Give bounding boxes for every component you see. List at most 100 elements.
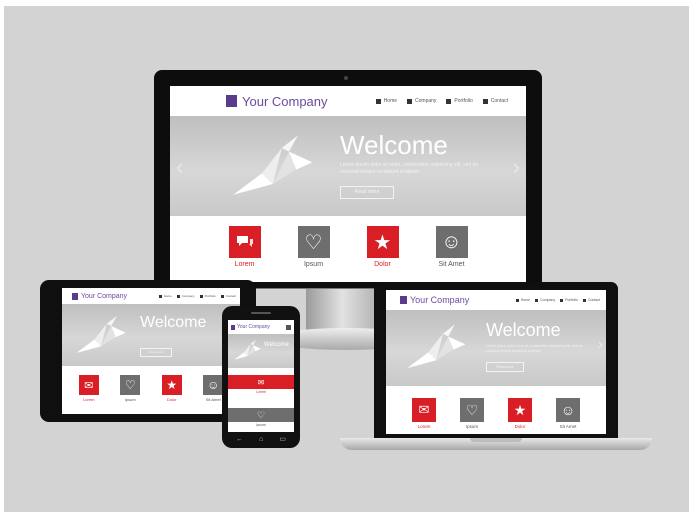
feature-sit-amet[interactable]: ☺ Sit Amet <box>556 398 580 429</box>
feature-label: Lorem <box>256 390 266 394</box>
nav-contact[interactable]: Contact <box>582 298 600 302</box>
hero-prev-arrow-icon[interactable]: ‹ <box>176 154 183 180</box>
menu-icon[interactable] <box>286 324 291 330</box>
feature-label: Lorem <box>417 424 431 429</box>
desktop-brand[interactable]: Your Company <box>226 94 328 109</box>
phone-speaker <box>251 312 271 314</box>
tablet-brand[interactable]: Your Company <box>72 292 127 300</box>
origami-bird-icon <box>234 339 261 360</box>
hero-tagline: Lorem ipsum dolor sit amet, consectetur … <box>486 344 583 353</box>
feature-label: Dolor <box>166 397 177 402</box>
laptop-header: Your Company Home Company Portfolio Cont… <box>386 290 606 310</box>
laptop-features: ✉ Lorem ♡ Ipsum ★ Dolor ☺ Sit Amet <box>386 386 606 429</box>
feature-ipsum[interactable]: ♡ Ipsum <box>460 398 484 429</box>
nav-contact-label: Contact <box>225 294 236 298</box>
hero-title: Welcome <box>264 342 289 348</box>
nav-home[interactable]: Home <box>158 294 172 298</box>
heart-icon: ♡ <box>120 375 141 395</box>
nav-home[interactable]: Home <box>515 298 530 302</box>
feature-label: Dolor <box>374 261 391 268</box>
nav-company[interactable]: Company <box>407 98 436 104</box>
brand-name: Your Company <box>237 324 270 330</box>
smiley-icon: ☺ <box>556 398 580 422</box>
chat-icon: ✉ <box>78 375 99 395</box>
feature-lorem[interactable]: ✉ Lorem <box>412 398 436 429</box>
feature-label: Lorem <box>83 397 95 402</box>
feature-label: Sit Amet <box>438 261 465 268</box>
phone-feature-lorem[interactable]: ✉ Lorem <box>228 375 294 394</box>
nav-company[interactable]: Company <box>535 298 555 302</box>
feature-label: Sit Amet <box>559 424 577 429</box>
heart-icon: ♡ <box>297 226 330 258</box>
chat-icon <box>228 226 261 258</box>
feature-lorem[interactable]: ✉ Lorem <box>78 375 99 402</box>
hero-cta-button[interactable]: Read more <box>140 348 172 357</box>
nav-bullet-icon <box>515 298 519 302</box>
feature-dolor[interactable]: ★ Dolor <box>508 398 532 429</box>
laptop-hero: › Welcome Lorem ipsum dolor sit amet, co… <box>386 310 606 386</box>
phone-header: Your Company <box>228 320 294 334</box>
nav-bullet-icon <box>375 98 381 104</box>
brand-name: Your Company <box>410 295 470 305</box>
star-icon: ★ <box>366 226 399 258</box>
nav-portfolio[interactable]: Portfolio <box>446 98 473 104</box>
brand-logo-icon <box>400 296 407 304</box>
feature-label: Sit Amet <box>205 397 221 402</box>
feature-label: Ipsum <box>303 261 324 268</box>
product-mockup-scene: Your Company Home Company Portfolio Cont… <box>4 6 689 512</box>
feature-ipsum[interactable]: ♡ Ipsum <box>120 375 141 402</box>
nav-portfolio-label: Portfolio <box>204 294 216 298</box>
nav-company[interactable]: Company <box>176 294 195 298</box>
nav-portfolio-label: Portfolio <box>454 98 473 104</box>
brand-logo-icon <box>231 324 235 330</box>
home-icon[interactable]: ⌂ <box>259 436 263 443</box>
phone-brand[interactable]: Your Company <box>231 324 270 330</box>
feature-label: Ipsum <box>465 424 479 429</box>
laptop-brand[interactable]: Your Company <box>400 295 469 305</box>
feature-ipsum[interactable]: ♡ Ipsum <box>297 226 330 268</box>
desktop-header: Your Company Home Company Portfolio Cont… <box>170 86 526 116</box>
nav-bullet-icon <box>220 294 224 298</box>
feature-sit-amet[interactable]: ☺ Sit Amet <box>203 375 224 402</box>
nav-home[interactable]: Home <box>375 98 397 104</box>
nav-bullet-icon <box>560 298 564 302</box>
smiley-icon: ☺ <box>435 226 468 258</box>
phone-hero: Welcome <box>228 334 294 368</box>
hero-title: Welcome <box>486 320 561 340</box>
chat-icon: ✉ <box>228 375 294 389</box>
nav-portfolio[interactable]: Portfolio <box>199 294 216 298</box>
feature-dolor[interactable]: ★ Dolor <box>161 375 182 402</box>
feature-dolor[interactable]: ★ Dolor <box>366 226 399 268</box>
hero-cta-button[interactable]: Read more <box>486 362 524 372</box>
hero-next-arrow-icon[interactable]: › <box>598 336 603 354</box>
nav-company-label: Company <box>181 294 195 298</box>
tablet-website: Your Company Home Company Portfolio Cont… <box>62 288 240 414</box>
nav-portfolio[interactable]: Portfolio <box>560 298 578 302</box>
smiley-icon: ☺ <box>203 375 224 395</box>
hero-next-arrow-icon[interactable]: › <box>513 154 520 180</box>
origami-bird-icon <box>233 135 313 195</box>
recent-apps-icon[interactable]: ▭ <box>279 435 286 443</box>
desktop-nav: Home Company Portfolio Contact <box>366 98 508 104</box>
nav-company-label: Company <box>415 98 437 104</box>
feature-lorem[interactable]: Lorem <box>228 226 261 268</box>
nav-home-label: Home <box>163 294 172 298</box>
nav-contact[interactable]: Contact <box>220 294 236 298</box>
feature-label: Dolor <box>514 424 526 429</box>
feature-sit-amet[interactable]: ☺ Sit Amet <box>435 226 468 268</box>
nav-contact[interactable]: Contact <box>482 98 508 104</box>
hero-cta-button[interactable]: Read more <box>340 186 394 199</box>
feature-label: Ipsum <box>124 397 136 402</box>
back-icon[interactable]: ← <box>236 436 243 443</box>
nav-contact-label: Contact <box>587 298 600 302</box>
feature-label: Lorem <box>234 261 255 268</box>
nav-bullet-icon <box>482 98 488 104</box>
origami-bird-icon <box>407 324 466 369</box>
nav-bullet-icon <box>199 294 203 298</box>
desktop-camera <box>344 76 348 80</box>
feature-label: Ipsum <box>256 423 266 427</box>
phone-feature-ipsum[interactable]: ♡ Ipsum <box>228 408 294 427</box>
tablet-nav: Home Company Portfolio Contact <box>154 294 236 298</box>
nav-bullet-icon <box>407 98 413 104</box>
nav-portfolio-label: Portfolio <box>565 298 578 302</box>
